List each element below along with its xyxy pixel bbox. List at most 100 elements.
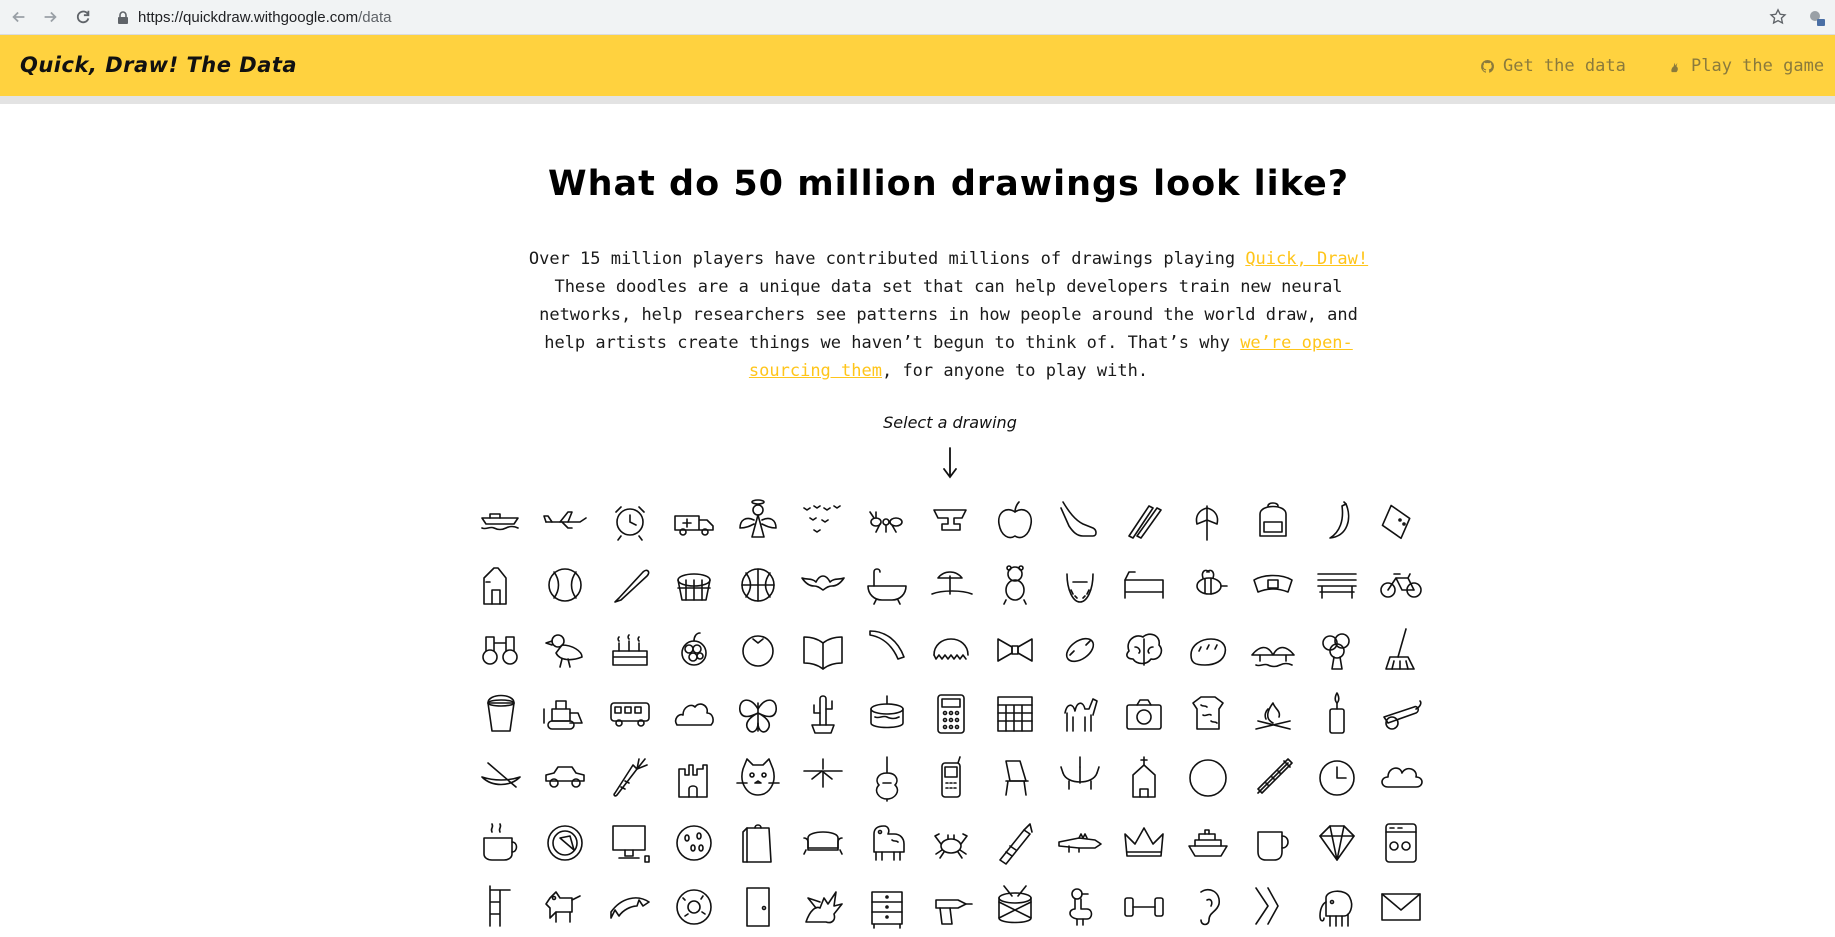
drawing-candle[interactable] [1312,689,1362,739]
drawing-calculator[interactable] [926,689,976,739]
drawing-castle[interactable] [669,753,719,803]
drawing-basket[interactable] [669,560,719,610]
drawing-barn[interactable] [476,560,526,610]
drawing-donut[interactable] [669,882,719,932]
drawing-carrot[interactable] [605,753,655,803]
drawing-cloud[interactable] [1376,753,1426,803]
drawing-airplane[interactable] [540,496,590,546]
drawing-broom[interactable] [1376,625,1426,675]
drawing-bathtub[interactable] [862,560,912,610]
drawing-chair[interactable] [990,753,1040,803]
drawing-circle[interactable] [1183,753,1233,803]
drawing-blackberry[interactable] [669,625,719,675]
drawing-campfire[interactable] [1248,689,1298,739]
drawing-crocodile[interactable] [1055,818,1105,868]
drawing-bandage[interactable] [1376,496,1426,546]
drawing-couch[interactable] [798,818,848,868]
drawing-birthday-cake[interactable] [605,625,655,675]
drawing-bus[interactable] [605,689,655,739]
drawing-boomerang[interactable] [862,625,912,675]
drawing-cooler[interactable] [733,818,783,868]
drawing-envelope[interactable] [1376,882,1426,932]
drawing-car[interactable] [540,753,590,803]
drawing-crayon[interactable] [990,818,1040,868]
drawing-bee[interactable] [1183,560,1233,610]
drawing-bush[interactable] [669,689,719,739]
drawing-canoe[interactable] [476,753,526,803]
drawing-dumbbell[interactable] [1119,882,1169,932]
drawing-aircraft-carrier[interactable] [476,496,526,546]
drawing-bear[interactable] [990,560,1040,610]
drawing-cell-phone[interactable] [926,753,976,803]
drawing-asparagus[interactable] [1119,496,1169,546]
drawing-bicycle[interactable] [1376,560,1426,610]
drawing-bed[interactable] [1119,560,1169,610]
drawing-bird[interactable] [540,625,590,675]
get-data-link[interactable]: Get the data [1480,56,1626,76]
drawing-alarm-clock[interactable] [605,496,655,546]
quick-draw-link[interactable]: Quick, Draw! [1245,249,1368,269]
drawing-bat[interactable] [798,560,848,610]
drawing-dog[interactable] [540,882,590,932]
drawing-broccoli[interactable] [1312,625,1362,675]
drawing-elbow[interactable] [1248,882,1298,932]
drawing-camera[interactable] [1119,689,1169,739]
drawing-cello[interactable] [862,753,912,803]
drawing-crab[interactable] [926,818,976,868]
extension-icon[interactable] [1807,8,1827,28]
drawing-baseball-bat[interactable] [605,560,655,610]
drawing-bench[interactable] [1312,560,1362,610]
drawing-ceiling-fan[interactable] [798,753,848,803]
drawing-dishwasher[interactable] [1376,818,1426,868]
drawing-camel[interactable] [1055,689,1105,739]
drawing-calendar[interactable] [990,689,1040,739]
drawing-diving-board[interactable] [476,882,526,932]
drawing-bridge[interactable] [1248,625,1298,675]
drawing-apple[interactable] [990,496,1040,546]
drawing-clock[interactable] [1312,753,1362,803]
play-game-link[interactable]: Play the game [1668,56,1824,76]
drawing-basketball[interactable] [733,560,783,610]
drawing-beard[interactable] [1055,560,1105,610]
drawing-cake[interactable] [862,689,912,739]
drawing-backpack[interactable] [1248,496,1298,546]
drawing-book[interactable] [798,625,848,675]
drawing-bottlecap[interactable] [926,625,976,675]
drawing-compass[interactable] [540,818,590,868]
drawing-drill[interactable] [926,882,976,932]
drawing-door[interactable] [733,882,783,932]
drawing-angel[interactable] [733,496,783,546]
drawing-bucket[interactable] [476,689,526,739]
drawing-bulldozer[interactable] [540,689,590,739]
drawing-cookie[interactable] [669,818,719,868]
back-button[interactable] [8,6,30,28]
drawing-axe[interactable] [1183,496,1233,546]
drawing-ear[interactable] [1183,882,1233,932]
drawing-dragon[interactable] [798,882,848,932]
drawing-blueberry[interactable] [733,625,783,675]
drawing-crown[interactable] [1119,818,1169,868]
drawing-computer[interactable] [605,818,655,868]
drawing-cactus[interactable] [798,689,848,739]
drawing-binoculars[interactable] [476,625,526,675]
drawing-cannon[interactable] [1376,689,1426,739]
drawing-drums[interactable] [990,882,1040,932]
drawing-beach[interactable] [926,560,976,610]
reload-button[interactable] [72,6,94,28]
drawing-cow[interactable] [862,818,912,868]
bookmark-star-icon[interactable] [1769,8,1787,26]
drawing-animal-migration[interactable] [798,496,848,546]
drawing-duck[interactable] [1055,882,1105,932]
drawing-elephant[interactable] [1312,882,1362,932]
drawing-church[interactable] [1119,753,1169,803]
drawing-camouflage[interactable] [1183,689,1233,739]
drawing-butterfly[interactable] [733,689,783,739]
drawing-anvil[interactable] [926,496,976,546]
drawing-baseball[interactable] [540,560,590,610]
forward-button[interactable] [39,6,61,28]
drawing-brain[interactable] [1119,625,1169,675]
drawing-dresser[interactable] [862,882,912,932]
drawing-bread[interactable] [1183,625,1233,675]
drawing-cup[interactable] [1248,818,1298,868]
drawing-cat[interactable] [733,753,783,803]
